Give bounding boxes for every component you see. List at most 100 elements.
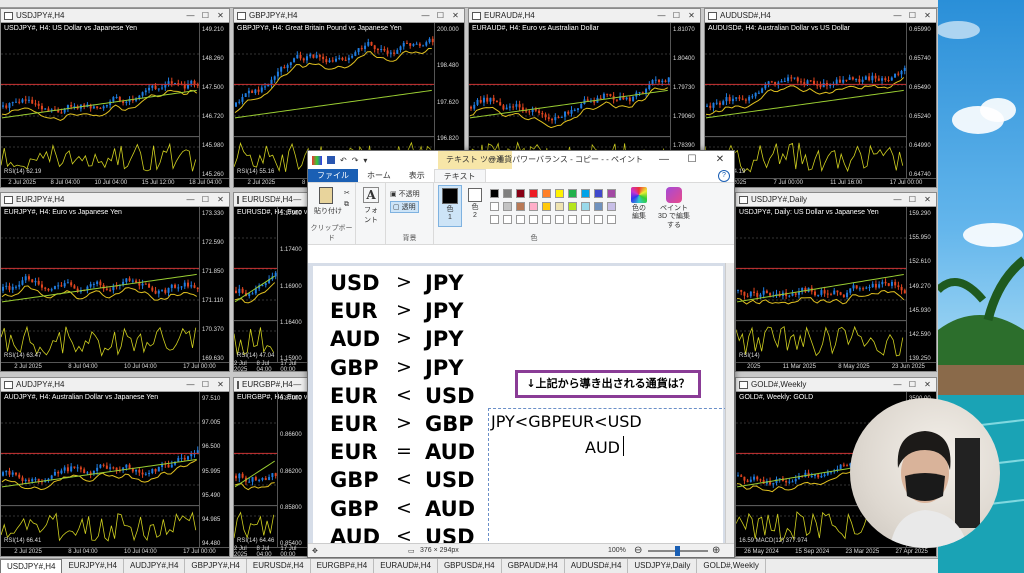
chart-title-bar[interactable]: GOLD#,Weekly — ☐ ✕ (736, 378, 936, 392)
drawing-canvas[interactable]: ↓上記から導き出される通貨は？ JPY<GBPEUR<USD AUD USD >… (313, 266, 727, 557)
time-scale[interactable]: 2 Jul 2025 8 Jul 04:00 10 Jul 04:00 17 Jul … (1, 547, 229, 556)
chart-tab[interactable]: GBPUSD#,H4 (438, 559, 502, 573)
price-scale[interactable]: 1.17900 1.17400 1.16900 1.16400 1.15900 (277, 207, 307, 362)
palette-swatch[interactable] (594, 202, 603, 211)
maximize-button[interactable]: ☐ (908, 195, 917, 204)
tab-file[interactable]: ファイル (308, 169, 358, 182)
tab-text[interactable]: テキスト (433, 169, 486, 182)
candlestick-plot[interactable] (234, 207, 277, 362)
time-scale[interactable]: 2 Jul 2025 8 Jul 04:00 17 Jul 00:00 (234, 361, 307, 371)
edit-colors-button[interactable]: 色の編集 (626, 187, 652, 222)
transparent-option[interactable]: ▢ 透明 (390, 201, 419, 213)
palette-swatch[interactable] (568, 189, 577, 198)
chart-window-c7[interactable]: USDJPY#,Daily — ☐ ✕ USDJPY#, Daily: US Doll… (735, 192, 937, 372)
palette-swatch-empty[interactable] (529, 215, 538, 224)
palette-swatch-empty[interactable] (555, 215, 564, 224)
palette-swatch[interactable] (529, 189, 538, 198)
chart-plot-area[interactable] (736, 207, 906, 362)
redo-icon[interactable]: ↷ (352, 156, 359, 165)
time-scale[interactable]: 26 May 2024 15 Sep 2024 23 Mar 2025 27 Apr … (736, 547, 936, 556)
time-scale[interactable]: 2 Jul 20257 Jul 00:0011 Jul 16:0017 Jul … (705, 178, 936, 187)
qat-dropdown-icon[interactable]: ▾ (363, 156, 367, 165)
minimize-button[interactable]: — (657, 11, 666, 20)
palette-swatch[interactable] (555, 189, 564, 198)
close-button[interactable]: ✕ (923, 11, 932, 20)
close-button[interactable]: ✕ (706, 151, 734, 169)
maximize-button[interactable]: ☐ (201, 195, 210, 204)
price-scale[interactable]: 0.65990 0.65740 0.65490 0.65240 0.64990 0.647… (906, 23, 936, 178)
close-button[interactable]: ✕ (216, 380, 225, 389)
zoom-out-button[interactable]: ⊖ (634, 545, 642, 556)
maximize-button[interactable]: ☐ (201, 380, 210, 389)
chart-tab[interactable]: EURJPY#,H4 (62, 559, 124, 573)
help-icon[interactable]: ? (718, 170, 730, 182)
palette-swatch[interactable] (607, 189, 616, 198)
cut-icon[interactable]: ✂ (344, 189, 350, 197)
undo-icon[interactable]: ↶ (340, 156, 347, 165)
maximize-button[interactable]: ☐ (436, 11, 445, 20)
save-icon[interactable] (327, 156, 335, 164)
zoom-in-button[interactable]: ⊕ (712, 545, 720, 556)
chart-tab[interactable]: AUDUSD#,H4 (565, 559, 629, 573)
chart-window-c4[interactable]: AUDUSD#,H4 — ☐ ✕ AUDUSD#, H4: Australian Do… (704, 8, 937, 188)
chart-tab[interactable]: EURAUD#,H4 (374, 559, 438, 573)
palette-swatch[interactable] (516, 202, 525, 211)
chart-title-bar[interactable]: USDJPY#,Daily — ☐ ✕ (736, 193, 936, 207)
chart-window-c9[interactable]: EURGBP#,H4 —☐✕EURGBP#, H4: Euro vs Great… (233, 377, 308, 557)
time-scale[interactable]: 2 Jul 2025 8 Jul 04:00 10 Jul 04:00 17 Jul … (1, 362, 229, 371)
minimize-button[interactable]: — (893, 11, 902, 20)
chart-title-bar[interactable]: EURUSD#,H4 —☐✕ (234, 193, 307, 207)
minimize-button[interactable]: — (186, 380, 195, 389)
chart-window-c6[interactable]: EURUSD#,H4 —☐✕EURUSD#, H4: Euro vs US Do… (233, 192, 308, 372)
minimize-button[interactable]: — (421, 11, 430, 20)
palette-swatch[interactable] (594, 189, 603, 198)
palette-swatch[interactable] (503, 202, 512, 211)
minimize-button[interactable]: — (293, 195, 302, 204)
palette-swatch-empty[interactable] (594, 215, 603, 224)
price-scale[interactable]: 159.290 155.950 152.610 149.270 145.930 142.5… (906, 207, 936, 362)
maximize-button[interactable]: ☐ (672, 11, 681, 20)
close-button[interactable]: ✕ (923, 195, 932, 204)
paste-button[interactable]: 貼り付け (314, 187, 342, 216)
chart-title-bar[interactable]: USDJPY#,H4 — ☐ ✕ (1, 9, 229, 23)
time-scale[interactable]: 2 Jul 2025 8 Jul 04:00 17 Jul 00:00 (234, 546, 307, 556)
maximize-button[interactable]: ☐ (908, 11, 917, 20)
vertical-scrollbar[interactable] (725, 263, 734, 545)
close-button[interactable]: ✕ (451, 11, 460, 20)
chart-window-c8[interactable]: AUDJPY#,H4 — ☐ ✕ AUDJPY#, H4: Australian Do… (0, 377, 230, 557)
minimize-button[interactable]: — (893, 195, 902, 204)
palette-swatch-empty[interactable] (516, 215, 525, 224)
palette-swatch[interactable] (581, 189, 590, 198)
chart-tab[interactable]: EURUSD#,H4 (247, 559, 311, 573)
minimize-button[interactable]: — (186, 11, 195, 20)
palette-swatch-empty[interactable] (581, 215, 590, 224)
chart-plot-area[interactable] (234, 207, 277, 362)
chart-tab[interactable]: GBPJPY#,H4 (185, 559, 247, 573)
chart-title-bar[interactable]: AUDJPY#,H4 — ☐ ✕ (1, 378, 229, 392)
chart-plot-area[interactable] (1, 392, 199, 547)
close-button[interactable]: ✕ (923, 380, 932, 389)
chart-plot-area[interactable] (234, 392, 277, 547)
chart-plot-area[interactable] (1, 207, 199, 362)
chart-tab[interactable]: GBPAUD#,H4 (502, 559, 565, 573)
chart-tab[interactable]: USDJPY#,H4 (0, 559, 63, 573)
copy-icon[interactable]: ⧉ (344, 201, 349, 209)
chart-tab[interactable]: USDJPY#,Daily (628, 559, 698, 573)
palette-swatch-empty[interactable] (568, 215, 577, 224)
opaque-option[interactable]: ▣ 不透明 (390, 189, 420, 199)
candlestick-plot[interactable] (1, 392, 199, 547)
chart-title-bar[interactable]: GBPJPY#,H4 — ☐ ✕ (234, 9, 464, 23)
palette-swatch[interactable] (542, 202, 551, 211)
chart-plot-area[interactable] (705, 23, 906, 178)
palette-swatch[interactable] (581, 202, 590, 211)
minimize-button[interactable]: — (650, 151, 678, 169)
maximize-button[interactable]: ☐ (678, 151, 706, 169)
maximize-button[interactable]: ☐ (908, 380, 917, 389)
chart-tab[interactable]: AUDJPY#,H4 (124, 559, 186, 573)
price-scale[interactable]: 149.210 148.260 147.500 146.720 145.980 145.2… (199, 23, 229, 178)
price-scale[interactable]: 97.510 97.005 96.500 95.995 95.490 94.985 94.4… (199, 392, 229, 547)
font-button[interactable]: A フォント (361, 187, 381, 225)
palette-swatch[interactable] (516, 189, 525, 198)
price-scale[interactable]: 0.87000 0.86600 0.86200 0.85800 0.85400 (277, 392, 307, 547)
chart-title-bar[interactable]: EURGBP#,H4 —☐✕ (234, 378, 307, 392)
